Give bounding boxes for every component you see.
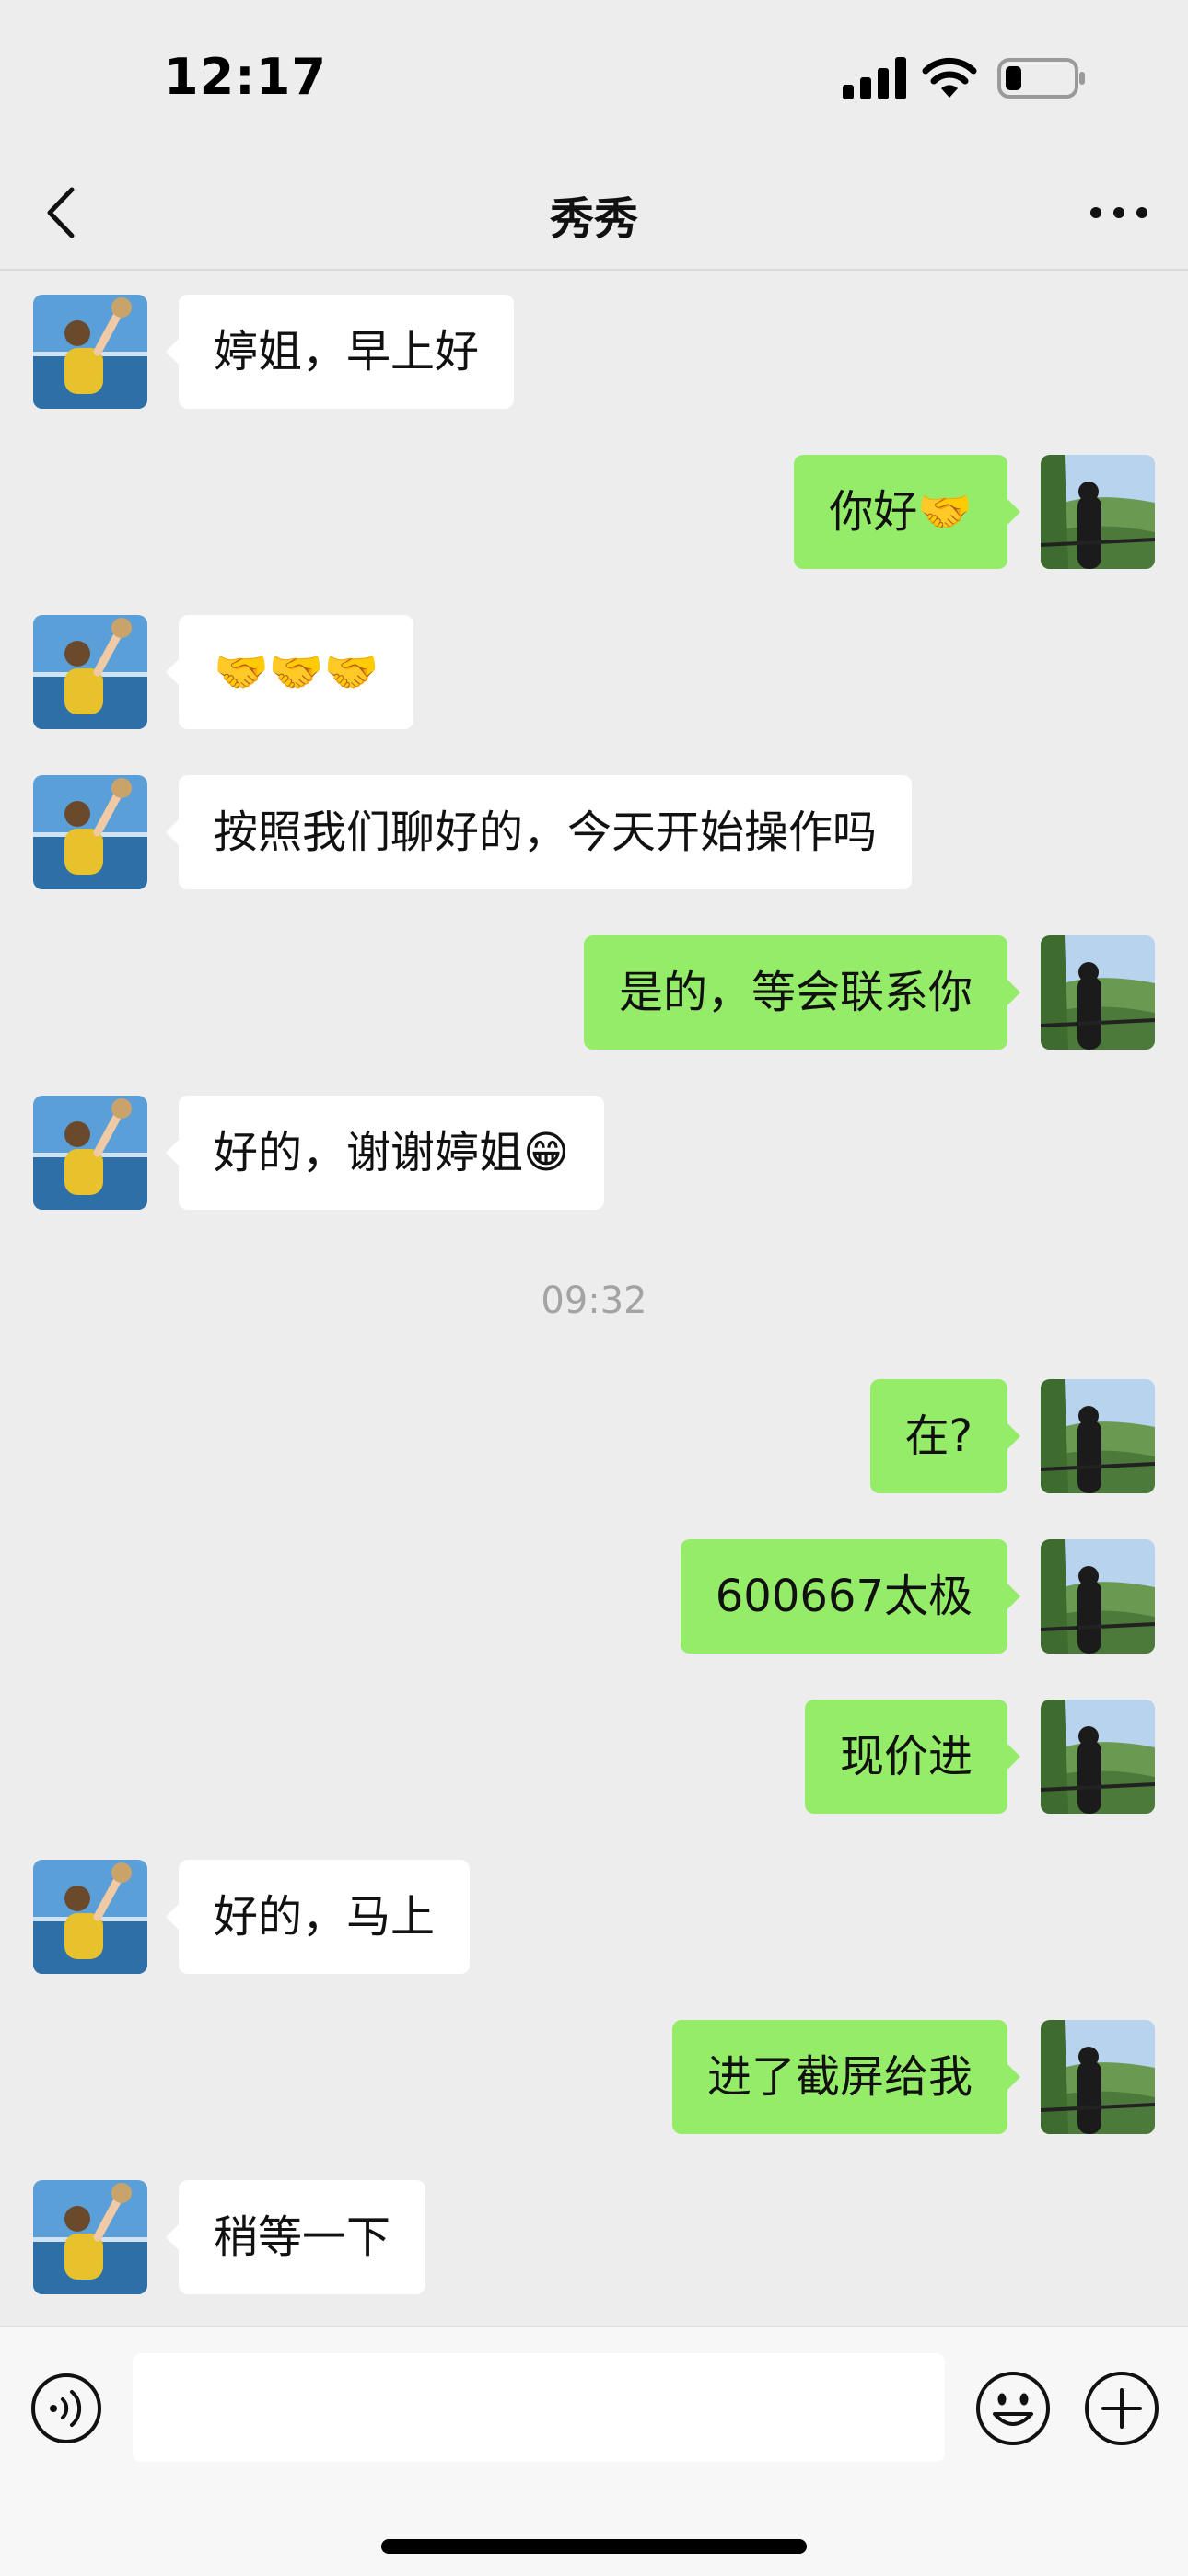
message-bubble[interactable]: 现价进	[804, 1700, 1021, 1814]
message-bubble[interactable]: 是的，等会联系你	[583, 935, 1021, 1050]
status-time: 12:17	[164, 48, 327, 106]
contact-avatar[interactable]	[33, 2180, 147, 2294]
chat-message-list[interactable]: 婷姐，早上好 你好🤝 🤝🤝🤝 按照我们聊好的，今天开始操作吗 是的，等会联系你 …	[0, 271, 1188, 2324]
contact-avatar[interactable]	[33, 615, 147, 729]
message-outgoing: 进了截屏给我	[0, 2020, 1188, 2140]
my-avatar[interactable]	[1041, 1379, 1155, 1493]
battery-icon	[997, 58, 1085, 99]
message-incoming: 按照我们聊好的，今天开始操作吗	[0, 775, 1188, 895]
message-bubble[interactable]: 好的，马上	[165, 1860, 471, 1974]
message-bubble[interactable]: 稍等一下	[165, 2180, 426, 2294]
message-bubble[interactable]: 600667太极	[680, 1539, 1021, 1654]
time-divider: 09:32	[541, 1280, 647, 1322]
message-bubble[interactable]: 你好🤝	[794, 455, 1020, 569]
message-incoming: 婷姐，早上好	[0, 295, 1188, 414]
contact-avatar[interactable]	[33, 295, 147, 409]
message-incoming: 好的，谢谢婷姐😁	[0, 1096, 1188, 1215]
message-bubble[interactable]: 婷姐，早上好	[165, 295, 515, 409]
message-bubble[interactable]: 按照我们聊好的，今天开始操作吗	[165, 775, 913, 889]
input-toolbar	[0, 2326, 1188, 2576]
message-bubble[interactable]: 在?	[869, 1379, 1021, 1493]
chat-header: 秀秀	[0, 157, 1188, 271]
my-avatar[interactable]	[1041, 455, 1155, 569]
contact-avatar[interactable]	[33, 1096, 147, 1210]
message-outgoing: 是的，等会联系你	[0, 935, 1188, 1055]
message-incoming: 好的，马上	[0, 1860, 1188, 1979]
message-outgoing: 现价进	[0, 1700, 1188, 1819]
message-incoming: 稍等一下	[0, 2180, 1188, 2300]
message-bubble[interactable]: 进了截屏给我	[671, 2020, 1021, 2134]
voice-button[interactable]	[29, 2372, 103, 2445]
message-outgoing: 在?	[0, 1379, 1188, 1499]
wifi-icon	[922, 57, 977, 98]
message-bubble[interactable]: 🤝🤝🤝	[165, 615, 414, 729]
message-outgoing: 600667太极	[0, 1539, 1188, 1659]
message-outgoing: 你好🤝	[0, 455, 1188, 574]
my-avatar[interactable]	[1041, 2020, 1155, 2134]
contact-avatar[interactable]	[33, 775, 147, 889]
plus-button[interactable]	[1083, 2370, 1160, 2447]
status-bar: 12:17	[0, 0, 1188, 157]
message-incoming: 🤝🤝🤝	[0, 615, 1188, 735]
cellular-signal-icon	[843, 57, 906, 99]
contact-avatar[interactable]	[33, 1860, 147, 1974]
emoji-button[interactable]	[974, 2370, 1052, 2447]
home-indicator[interactable]	[381, 2539, 807, 2554]
my-avatar[interactable]	[1041, 1700, 1155, 1814]
my-avatar[interactable]	[1041, 1539, 1155, 1654]
message-bubble[interactable]: 好的，谢谢婷姐😁	[165, 1096, 605, 1210]
more-button[interactable]	[1087, 190, 1151, 236]
message-input[interactable]	[133, 2353, 945, 2462]
chat-title: 秀秀	[549, 193, 638, 245]
my-avatar[interactable]	[1041, 935, 1155, 1050]
